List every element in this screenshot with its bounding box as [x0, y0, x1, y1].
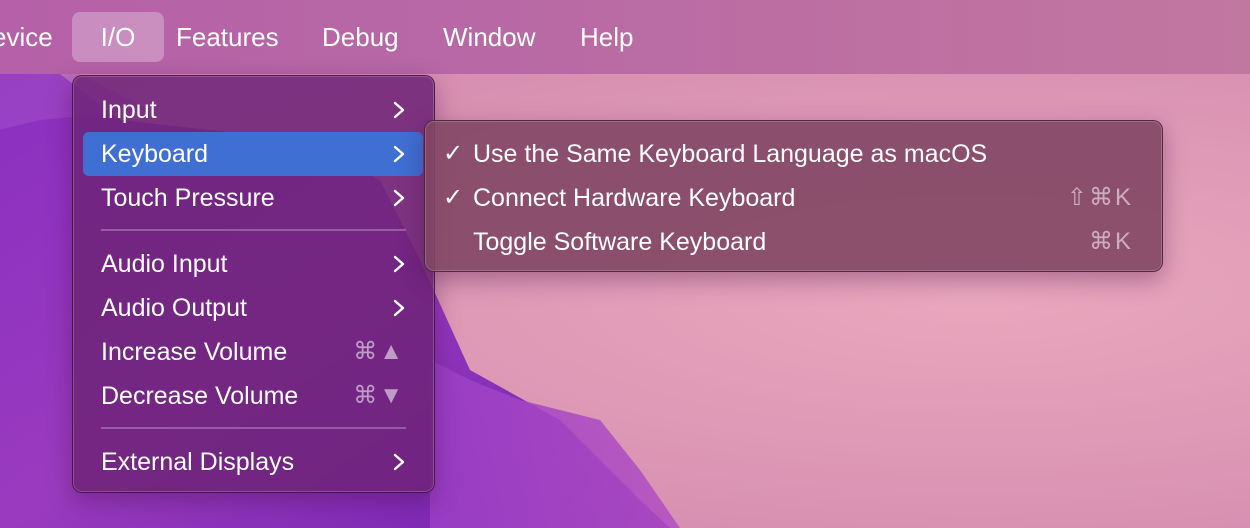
menubar-help[interactable]: Help [566, 12, 647, 62]
menu-bar: evice I/O Features Debug Window Help [0, 0, 1250, 74]
menu-item-increase-volume[interactable]: Increase Volume ⌘▲ [83, 330, 423, 374]
menubar-device[interactable]: evice [0, 12, 67, 62]
menu-item-label: Use the Same Keyboard Language as macOS [473, 140, 988, 168]
menu-item-label: Touch Pressure [101, 184, 275, 212]
menu-item-label: Audio Output [101, 294, 247, 322]
io-menu: Input Keyboard Touch Pressure Audio Inpu… [72, 75, 435, 493]
menu-item-external-displays[interactable]: External Displays [83, 440, 423, 484]
menu-item-label: Connect Hardware Keyboard [473, 184, 796, 212]
checkmark-icon: ✓ [443, 140, 464, 167]
menubar-debug[interactable]: Debug [308, 12, 413, 62]
menu-item-audio-input[interactable]: Audio Input [83, 242, 423, 286]
menu-item-label: External Displays [101, 448, 295, 476]
menu-item-audio-output[interactable]: Audio Output [83, 286, 423, 330]
keyboard-shortcut: ⌘▼ [353, 382, 405, 409]
menu-item-touch-pressure[interactable]: Touch Pressure [83, 176, 423, 220]
menu-separator [101, 229, 406, 231]
menu-item-same-keyboard-language[interactable]: ✓ Use the Same Keyboard Language as macO… [435, 132, 1151, 176]
chevron-right-icon [393, 101, 405, 119]
chevron-right-icon [393, 299, 405, 317]
menu-item-label: Input [101, 96, 157, 124]
menubar-window[interactable]: Window [429, 12, 549, 62]
menu-item-label: Increase Volume [101, 338, 288, 366]
keyboard-shortcut: ⌘K [1088, 228, 1133, 255]
menu-item-label: Decrease Volume [101, 382, 299, 410]
chevron-right-icon [393, 189, 405, 207]
chevron-right-icon [393, 453, 405, 471]
menubar-features[interactable]: Features [162, 12, 293, 62]
menu-item-input[interactable]: Input [83, 88, 423, 132]
menubar-io[interactable]: I/O [72, 12, 164, 62]
checkmark-icon: ✓ [443, 184, 464, 211]
menu-item-decrease-volume[interactable]: Decrease Volume ⌘▼ [83, 374, 423, 418]
menu-item-connect-hardware-keyboard[interactable]: ✓ Connect Hardware Keyboard ⇧⌘K [435, 176, 1151, 220]
chevron-right-icon [393, 255, 405, 273]
menu-item-toggle-software-keyboard[interactable]: Toggle Software Keyboard ⌘K [435, 220, 1151, 264]
keyboard-submenu: ✓ Use the Same Keyboard Language as macO… [424, 120, 1163, 272]
keyboard-shortcut: ⇧⌘K [1066, 184, 1133, 211]
menu-item-label: Audio Input [101, 250, 228, 278]
menu-item-keyboard[interactable]: Keyboard [83, 132, 423, 176]
chevron-right-icon [393, 145, 405, 163]
menu-separator [101, 427, 406, 429]
keyboard-shortcut: ⌘▲ [353, 338, 405, 365]
menu-item-label: Toggle Software Keyboard [473, 228, 767, 256]
menu-item-label: Keyboard [101, 140, 209, 168]
